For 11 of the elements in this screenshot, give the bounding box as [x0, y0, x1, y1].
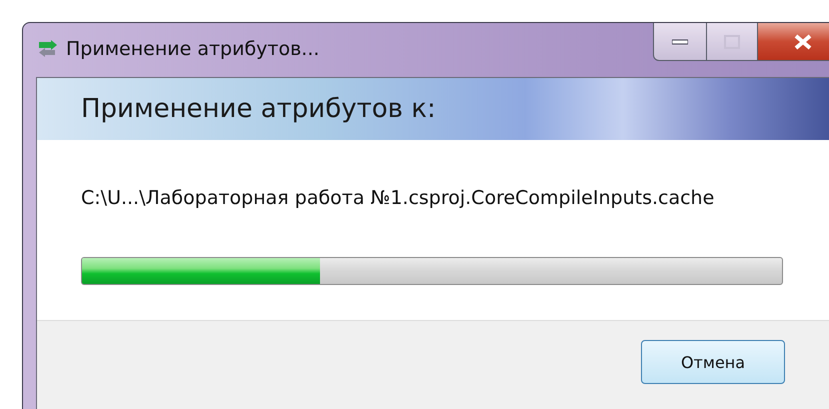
- window-title: Применение атрибутов...: [66, 38, 320, 60]
- minimize-icon: [672, 38, 688, 44]
- close-icon: [793, 34, 813, 50]
- arrows-icon: [38, 40, 58, 58]
- maximize-button[interactable]: [707, 23, 758, 61]
- file-path: C:\U...\Лабораторная работа №1.csproj.CoreCompileInputs.cache: [81, 187, 716, 209]
- dialog-heading: Применение атрибутов к:: [81, 94, 436, 124]
- minimize-button[interactable]: [653, 23, 707, 61]
- maximize-icon: [724, 34, 740, 48]
- cancel-button[interactable]: Отмена: [641, 340, 785, 384]
- close-button[interactable]: [758, 23, 829, 61]
